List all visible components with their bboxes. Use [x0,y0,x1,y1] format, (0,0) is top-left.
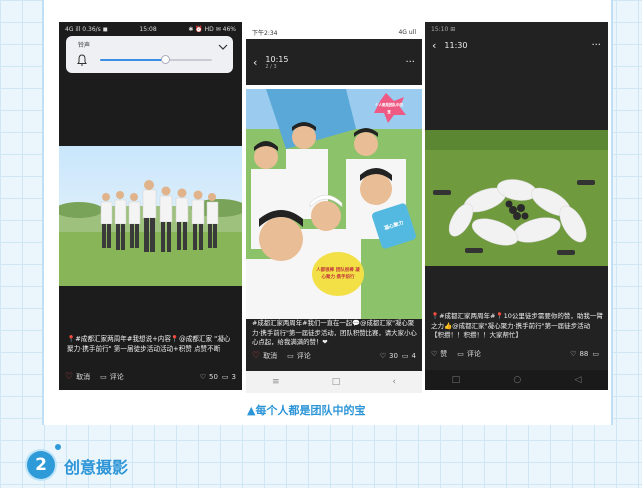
comment-count-icon: ▭ [221,373,229,381]
likes-value: 30 [388,352,398,360]
like-count: ♡ 50 [200,373,218,381]
likes-value: 88 [579,350,589,358]
cancel-label: 取消 [263,352,278,360]
comments-value: 4 [411,352,416,360]
volume-slider[interactable] [100,55,212,64]
status-right: ✱ ⏰ HD ✉ 46% [188,25,236,33]
status-left: 4G ill 0.36/s ◼ [65,25,108,33]
cancel-like-button[interactable]: ♡ 取消 [65,372,90,382]
cancel-like-button[interactable]: ♡ 取消 [252,351,277,361]
comment-button[interactable]: ▭ 评论 [457,349,481,359]
circle-photo-image [425,130,608,266]
image-index: 2 / 3 [265,63,277,70]
comment-label: 评论 [296,352,311,360]
post-actions: ♡ 取消 ▭ 评论 ♡ 50 ▭ 3 [59,368,242,386]
heart-icon: ♡ [252,351,261,361]
home-icon[interactable]: □ [332,377,341,387]
home-icon[interactable]: ○ [513,375,521,385]
status-bar: 4G ill 0.36/s ◼ 15:08 ✱ ⏰ HD ✉ 46% [59,22,242,36]
section-dot-decoration [55,444,61,450]
back-nav-icon[interactable]: ‹ [392,377,396,387]
group-photo-image [59,146,242,286]
menu-icon[interactable]: ≡ [272,377,280,387]
comment-icon: ▭ [100,373,107,381]
status-right: 4G ull [398,28,416,36]
comment-button[interactable]: ▭ 评论 [287,351,311,361]
heart-outline-icon: ♡ [199,373,206,381]
android-nav-bar: ≡ □ ‹ [246,371,422,393]
like-label: 赞 [440,350,448,358]
comment-label: 评论 [466,350,481,358]
section-number-badge: 2 [27,451,55,479]
post-time: 10:15 [265,54,289,64]
more-icon[interactable]: ··· [405,57,415,68]
like-count: ♡ 30 [380,352,398,360]
comment-count: ▭ [592,350,602,358]
comment-count: ▭ 3 [222,373,236,381]
recent-apps-icon[interactable]: □ [452,375,461,385]
post-actions: ♡ 赞 ▭ 评论 ♡ 88 ▭ [425,345,608,363]
volume-label: 铃声 [78,42,91,49]
comment-icon: ▭ [457,350,464,358]
top-bar: ‹ 10:15 2 / 3 ··· [246,39,422,85]
phone-screenshot-1: 4G ill 0.36/s ◼ 15:08 ✱ ⏰ HD ✉ 46% 铃声 📍#… [59,22,242,390]
like-count: ♡ 88 [570,350,588,358]
likes-value: 50 [208,373,218,381]
volume-panel: 铃声 [66,36,233,73]
comment-count: ▭ 4 [402,352,416,360]
post-photo[interactable]: 个人都是团队中的宝 人都很棒 团队很棒 凝心聚力 携手前行 凝心聚力 [246,89,422,319]
heart-icon: ♡ [65,372,74,382]
section-title: 创意摄影 [64,458,129,477]
status-left: 15:10 ⊞ [431,25,456,33]
back-icon[interactable]: ‹ [253,56,257,69]
volume-slider-knob[interactable] [160,55,170,64]
post-photo[interactable] [425,130,608,266]
heart-outline-icon: ♡ [379,352,386,360]
post-caption: 📍#成都汇家两周年#我想说+内容📍@成都汇家 "凝心聚力·携手前行" 第一届徒步… [67,335,231,353]
android-nav-bar: □ ○ ◁ [425,370,608,390]
back-icon[interactable]: ‹ [432,39,436,52]
top-bar: ‹ 11:30 ··· [425,34,608,56]
comment-count-icon: ▭ [592,350,599,358]
content-card: 4G ill 0.36/s ◼ 15:08 ✱ ⏰ HD ✉ 46% 铃声 📍#… [42,0,613,425]
status-left: 下午2:34 [252,29,278,37]
post-caption: 📍#成都汇家两周年#📍10公里徒步需要你的赞，助我一臂之力👍@成都汇家"凝心聚力… [431,312,603,339]
volume-slider-fill [100,59,165,61]
comment-button[interactable]: ▭ 评论 [100,372,124,382]
comment-label: 评论 [109,373,124,381]
post-actions: ♡ 取消 ▭ 评论 ♡ 30 ▭ 4 [246,347,422,365]
sign-pink: 个人都是团队中的宝 [375,103,403,114]
comment-icon: ▭ [287,352,294,360]
chevron-down-icon[interactable] [218,44,228,50]
like-button[interactable]: ♡ 赞 [431,349,447,359]
more-icon[interactable]: ··· [591,40,601,51]
post-caption: #成都汇家两周年#我们一直在一起💬@成都汇家"凝心聚力·携手前行"第一届徒步活动… [252,319,417,346]
phone-screenshot-3: 15:10 ⊞ ‹ 11:30 ··· 📍#成都汇家两周年#📍10公里徒步需要你… [425,22,608,390]
post-time: 11:30 [444,40,468,50]
heart-outline-icon: ♡ [431,350,438,358]
comments-value: 3 [231,373,236,381]
sign-yellow: 人都很棒 团队很棒 凝心聚力 携手前行 [316,268,360,280]
image-caption: ▲每个人都是团队中的宝 [247,404,366,417]
bell-icon [77,54,87,66]
status-bar: 下午2:34 4G ull [246,25,422,39]
heart-outline-icon: ♡ [570,350,577,358]
post-photo[interactable] [59,146,242,286]
cancel-label: 取消 [76,373,91,381]
back-nav-icon[interactable]: ◁ [574,375,581,385]
status-time: 15:08 [139,25,157,33]
phone-screenshot-2: 下午2:34 4G ull ‹ 10:15 2 / 3 ··· 个人都是团队中的… [246,25,422,393]
comment-count-icon: ▭ [401,352,409,360]
